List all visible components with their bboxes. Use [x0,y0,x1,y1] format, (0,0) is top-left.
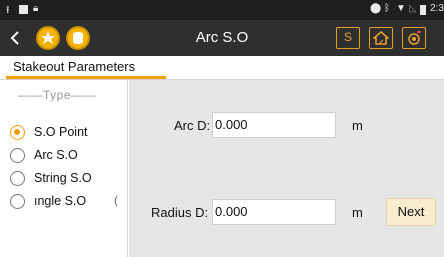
radio-label: Arc S.O [34,148,78,162]
type-panel: ——Type—— S.O Point Arc S.O String S.O ın… [0,80,128,257]
radio-label: String S.O [34,171,92,185]
tab-active-indicator [6,76,166,79]
app-window: ⭱ 🔒︎ ⬤ ᛒ ▼ ◺ 2:3 Arc S.O S Stakeout Para… [0,0,444,257]
type-header: ——Type—— [18,88,97,102]
parameters-panel: Arc D: 0.000 m Radius D: 0.000 m Next [129,80,444,257]
status-bar: ⭱ 🔒︎ ⬤ ᛒ ▼ ◺ 2:3 [0,0,444,20]
star-favorite-icon[interactable] [36,26,60,50]
survey-s-button[interactable]: S [336,27,360,49]
database-icon[interactable] [66,26,90,50]
arc-d-label: Arc D: [174,118,211,133]
house-icon [373,31,389,45]
wifi-icon: ▼ [396,3,406,14]
radio-label: ıngle S.O [34,194,87,208]
next-button[interactable]: Next [386,198,436,226]
signal-icon: ◺ [409,3,417,14]
radio-label: S.O Point [34,125,88,139]
radius-d-unit: m [352,205,363,220]
location-pin-icon: ⬤ [370,3,382,14]
radio-unselected-icon[interactable] [10,148,25,163]
house-button[interactable] [369,27,393,49]
page-title: Arc S.O [195,29,249,46]
upload-icon: ⭱ [6,5,10,16]
target-settings-icon [408,31,421,45]
radio-unselected-icon[interactable] [10,171,25,186]
radio-selected-icon[interactable] [10,125,25,140]
bluetooth-icon: ᛒ [384,3,390,14]
lock-icon: 🔒︎ [33,3,39,14]
arc-d-input[interactable]: 0.000 [212,112,336,138]
radius-d-input[interactable]: 0.000 [212,199,336,225]
arc-d-unit: m [352,118,363,133]
target-settings-button[interactable] [402,27,426,49]
radius-d-label: Radius D: [151,205,209,220]
notification-square-icon [19,5,28,14]
truncated-option-text: ( [114,193,118,207]
tab-stakeout-parameters[interactable]: Stakeout Parameters [13,59,135,74]
radio-unselected-icon[interactable] [10,194,25,209]
battery-icon [420,5,426,15]
tab-bar: Stakeout Parameters [0,56,444,80]
clock-time: 2:3 [430,3,444,14]
chevron-left-icon[interactable] [9,30,21,46]
app-toolbar: Arc S.O S [0,20,444,56]
